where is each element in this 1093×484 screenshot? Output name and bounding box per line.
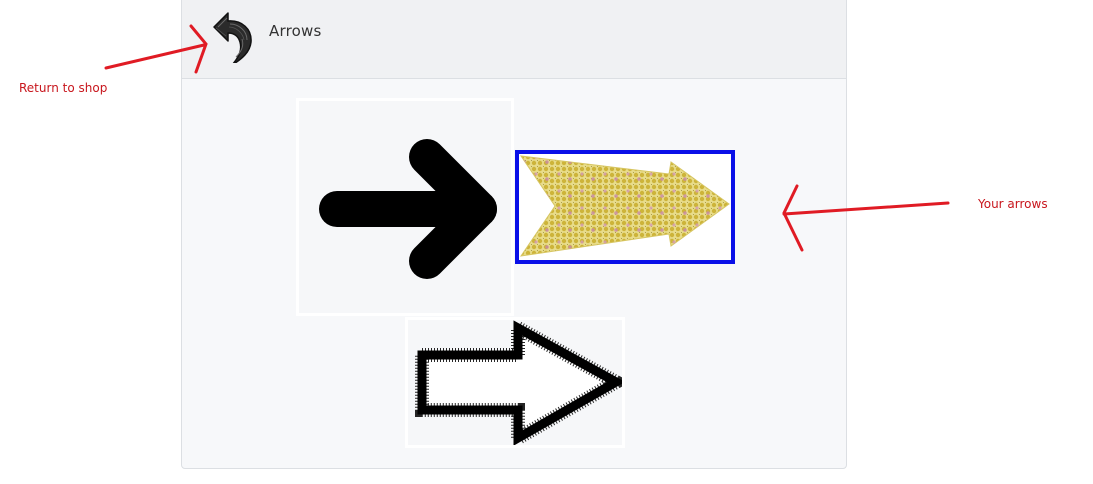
page-title: Arrows bbox=[269, 22, 322, 40]
back-arrow-icon bbox=[213, 12, 252, 66]
arrow-option-sketch[interactable] bbox=[405, 317, 625, 448]
your-arrows-label: Your arrows bbox=[978, 197, 1048, 211]
return-to-shop-button[interactable] bbox=[206, 7, 258, 66]
arrow-option-dotted-selected[interactable] bbox=[515, 150, 735, 264]
panel-header: Arrows bbox=[182, 0, 846, 79]
sketch-outline-arrow-icon bbox=[415, 320, 622, 445]
stage: Arrows Return to shop Your arrows bbox=[0, 0, 1093, 484]
return-to-shop-label: Return to shop bbox=[19, 81, 108, 95]
dotted-arrow-icon bbox=[519, 155, 730, 257]
arrow-option-bold[interactable] bbox=[296, 98, 514, 316]
bold-arrow-icon bbox=[319, 139, 497, 279]
